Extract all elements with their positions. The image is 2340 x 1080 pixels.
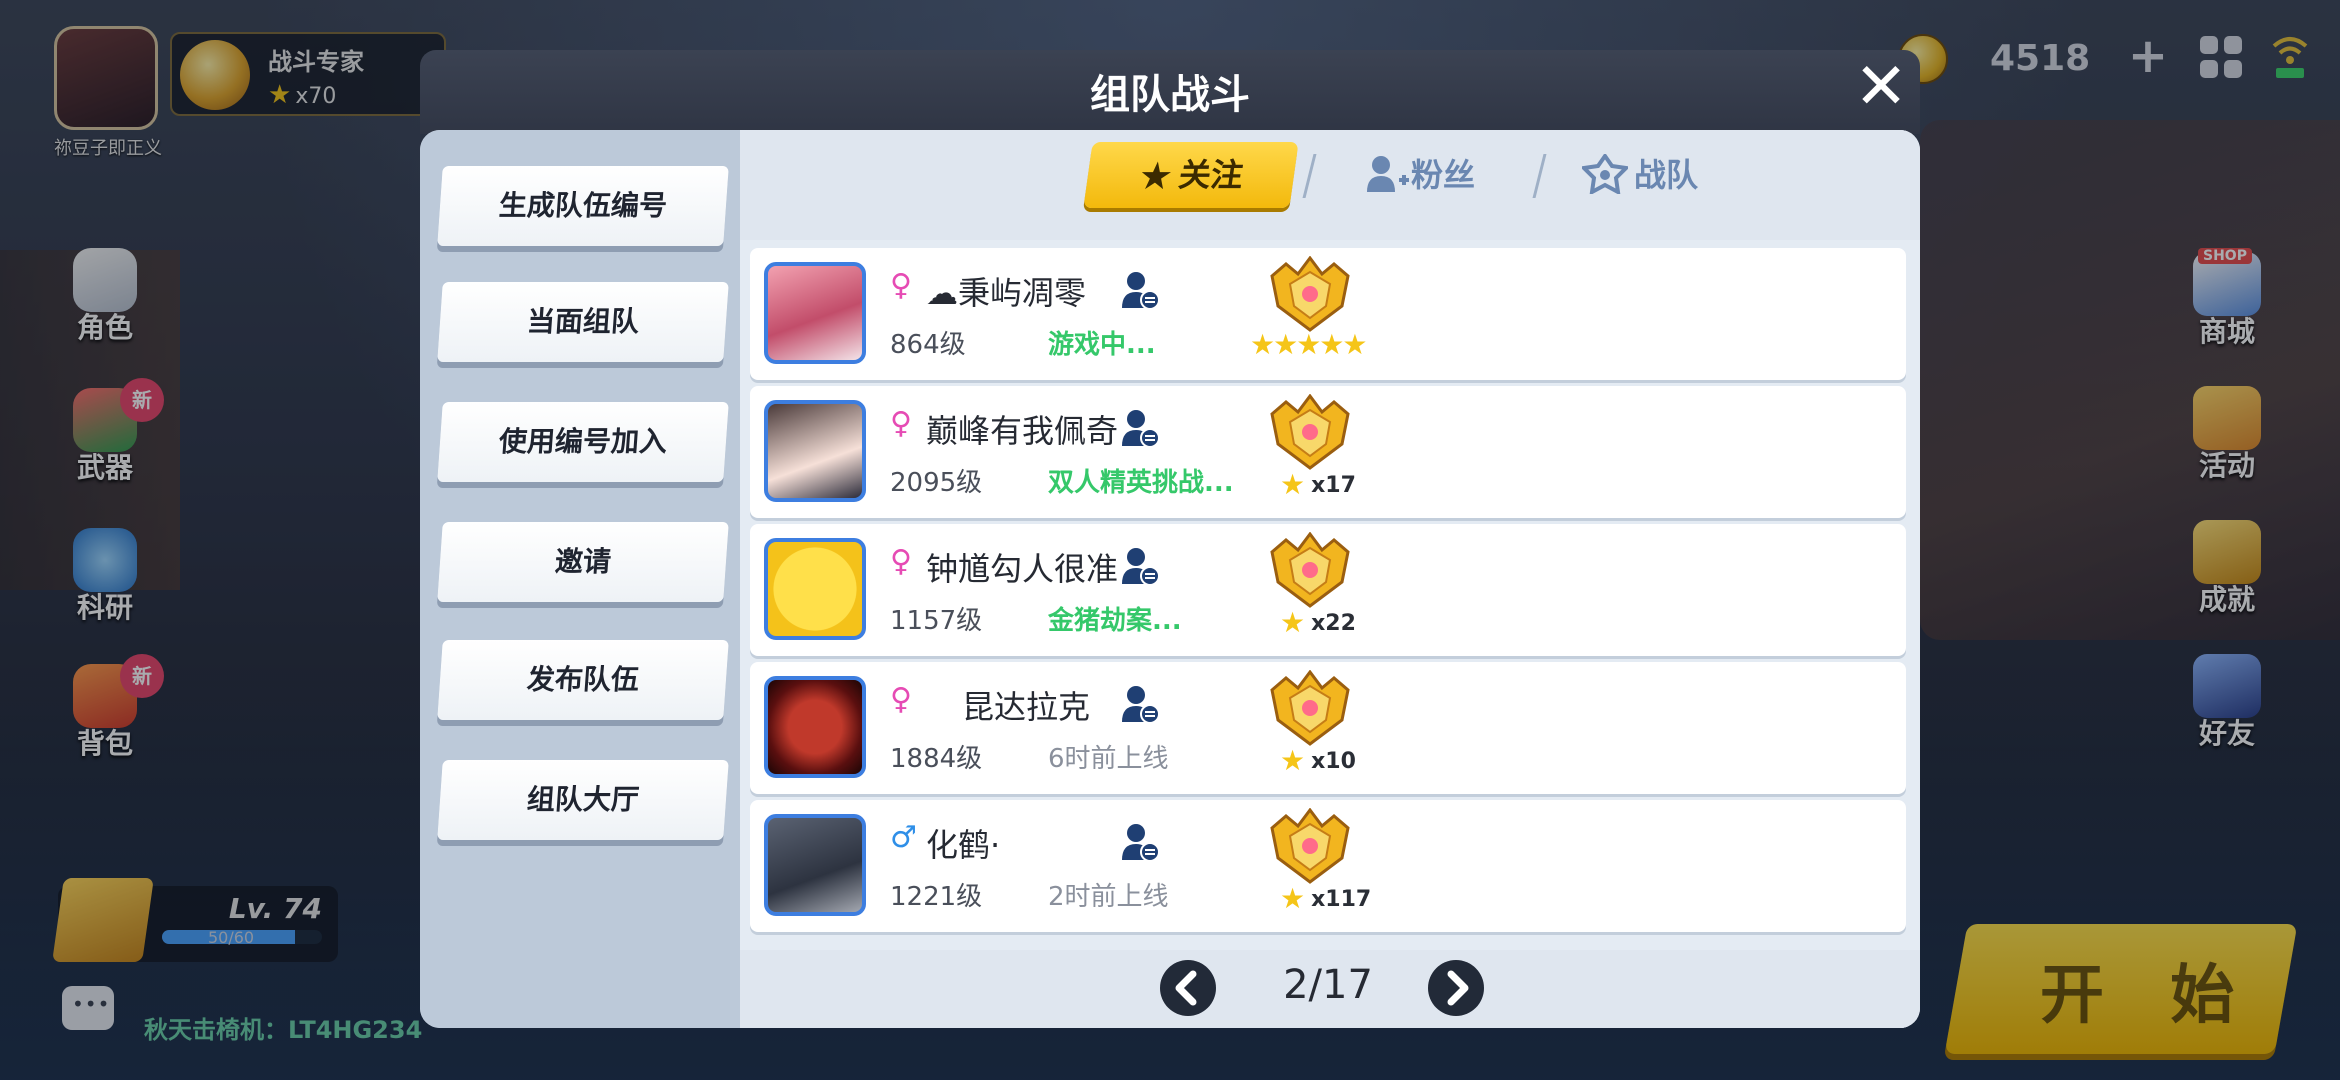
star-icon: ★ — [1280, 468, 1306, 501]
mutual-follow-icon[interactable] — [1120, 270, 1160, 310]
mutual-follow-icon[interactable] — [1120, 546, 1160, 586]
mutual-follow-icon[interactable] — [1120, 408, 1160, 448]
gender-icon: ♀ — [890, 406, 912, 441]
page-indicator: 2/17 — [1283, 962, 1373, 1008]
tab-follow[interactable]: ★关注 — [1083, 142, 1299, 208]
rank-star-count: x10 — [1311, 749, 1356, 774]
friend-avatar[interactable] — [764, 400, 866, 502]
friend-level: 1221级 — [890, 882, 983, 912]
friend-level: 864级 — [890, 330, 966, 360]
rank-stars: ★★★★★ — [1250, 328, 1368, 361]
gender-icon: ♂ — [890, 820, 917, 855]
rank-star-count-wrap: ★ x22 — [1280, 606, 1356, 639]
chevron-right-icon — [1447, 970, 1469, 1006]
friend-status: 6时前上线 — [1048, 744, 1169, 774]
friend-level: 1157级 — [890, 606, 983, 636]
friend-status: 游戏中... — [1048, 330, 1156, 360]
star-icon: ★ — [1280, 744, 1306, 777]
friend-avatar[interactable] — [764, 676, 866, 778]
gender-icon: ♀ — [890, 544, 912, 579]
friend-avatar[interactable] — [764, 262, 866, 364]
friend-row[interactable]: ♀ 钟馗勾人很准 1157级 金猪劫案... ★ x22 — [750, 524, 1906, 656]
tab-bar: ★关注 粉丝 战队 — [740, 130, 1920, 240]
tab-fans[interactable]: 粉丝 — [1320, 142, 1520, 208]
add-fan-icon — [1366, 156, 1409, 192]
next-page-button[interactable] — [1428, 960, 1484, 1016]
chevron-left-icon — [1175, 970, 1197, 1006]
team-emblem-icon — [1579, 152, 1631, 196]
friend-status: 2时前上线 — [1048, 882, 1169, 912]
friend-row[interactable]: ♀ 巅峰有我佩奇 2095级 双人精英挑战... ★ x17 — [750, 386, 1906, 518]
friend-level: 1884级 — [890, 744, 983, 774]
tab-team[interactable]: 战队 — [1540, 142, 1740, 208]
friend-level: 2095级 — [890, 468, 983, 498]
face-to-face-team-button[interactable]: 当面组队 — [437, 282, 729, 362]
rank-badge-icon — [1270, 256, 1350, 332]
gender-icon: ♀ — [890, 268, 912, 303]
rank-star-count-wrap: ★ x17 — [1280, 468, 1356, 501]
rank-badge-icon — [1270, 670, 1350, 746]
star-icon: ★ — [1280, 606, 1306, 639]
team-battle-dialog: 生成队伍编号 当面组队 使用编号加入 邀请 发布队伍 组队大厅 ★关注 粉丝 战… — [420, 130, 1920, 1028]
previous-page-button[interactable] — [1160, 960, 1216, 1016]
friend-name: 钟馗勾人很准 — [926, 550, 1119, 588]
rank-star-count-wrap: ★ x10 — [1280, 744, 1356, 777]
friend-row[interactable]: ♀ ☁秉屿凋零 864级 游戏中... ★★★★★ ★ — [750, 248, 1906, 380]
publish-team-button[interactable]: 发布队伍 — [437, 640, 729, 720]
rank-star-count-wrap: ★ x117 — [1280, 882, 1371, 915]
tab-fans-label: 粉丝 — [1410, 156, 1475, 194]
rank-badge-icon — [1270, 394, 1350, 470]
rank-badge-icon — [1270, 532, 1350, 608]
rank-star-count: x17 — [1311, 473, 1356, 498]
friend-row[interactable]: ♂ 化鹤· 1221级 2时前上线 ★ x117 — [750, 800, 1906, 932]
rank-star-count: x117 — [1311, 887, 1372, 912]
friends-panel: ★关注 粉丝 战队 ♀ ☁秉屿凋零 864级 游戏中... ★★★★★ ♀ 巅峰… — [740, 130, 1920, 1028]
friend-name: 昆达拉克 — [962, 688, 1091, 726]
modal-title: 组队战斗 — [1090, 72, 1250, 118]
join-by-id-button[interactable]: 使用编号加入 — [437, 402, 729, 482]
star-icon: ★ — [1280, 882, 1306, 915]
friend-name: 巅峰有我佩奇 — [926, 412, 1119, 450]
tab-follow-label: 关注 — [1176, 156, 1246, 194]
invite-button[interactable]: 邀请 — [437, 522, 729, 602]
friend-row[interactable]: ♀ 昆达拉克 1884级 6时前上线 ★ x10 — [750, 662, 1906, 794]
pagination: 2/17 — [740, 950, 1920, 1028]
gender-icon: ♀ — [890, 682, 912, 717]
rank-star-count: x22 — [1311, 611, 1356, 636]
friend-avatar[interactable] — [764, 538, 866, 640]
generate-team-id-button[interactable]: 生成队伍编号 — [437, 166, 729, 246]
team-options-panel: 生成队伍编号 当面组队 使用编号加入 邀请 发布队伍 组队大厅 — [420, 130, 740, 1028]
friend-status: 双人精英挑战... — [1048, 468, 1234, 498]
tab-team-label: 战队 — [1633, 156, 1698, 194]
friend-name: 化鹤· — [926, 826, 1001, 864]
friend-name: ☁秉屿凋零 — [926, 274, 1087, 312]
tab-divider — [1302, 154, 1317, 198]
close-button[interactable]: ✕ — [1854, 55, 1908, 119]
mutual-follow-icon[interactable] — [1120, 822, 1160, 862]
team-lobby-button[interactable]: 组队大厅 — [437, 760, 729, 840]
rank-badge-icon — [1270, 808, 1350, 884]
mutual-follow-icon[interactable] — [1120, 684, 1160, 724]
friend-status: 金猪劫案... — [1048, 606, 1182, 636]
friend-avatar[interactable] — [764, 814, 866, 916]
star-icon: ★ — [1135, 154, 1176, 198]
